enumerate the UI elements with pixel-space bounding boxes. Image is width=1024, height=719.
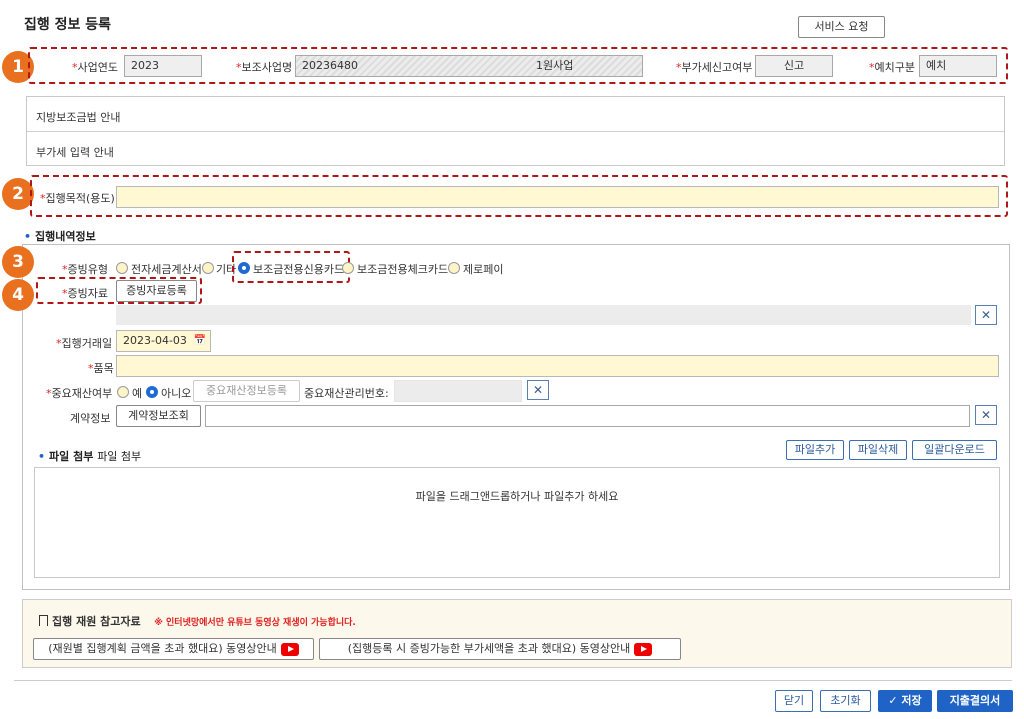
proof-type-label: *증빙유형: [62, 263, 108, 276]
option-asset-no[interactable]: 아니오: [161, 385, 191, 401]
exec-date-value: 2023-04-03: [123, 334, 187, 347]
marker-3: 3: [2, 246, 34, 278]
proof-doc-register-button[interactable]: 증빙자료등록: [116, 280, 197, 302]
guide-panel: 지방보조금법 안내 부가세 입력 안내: [26, 96, 1005, 166]
radio-other[interactable]: [202, 262, 214, 274]
page-title: 집행 정보 등록: [24, 17, 112, 33]
year-label: *사업연도: [72, 61, 118, 74]
expense-resolution-button[interactable]: 지출결의서: [937, 690, 1013, 712]
asset-register-button[interactable]: 중요재산정보등록: [193, 380, 300, 402]
exec-date-label: *집행거래일: [56, 337, 113, 350]
option-asset-yes[interactable]: 예: [132, 385, 142, 401]
proof-doc-label: *증빙자료: [62, 287, 108, 300]
purpose-input[interactable]: [116, 186, 999, 208]
save-button[interactable]: ✓ 저장: [878, 690, 932, 712]
option-zero-pay[interactable]: 제로페이: [463, 261, 503, 277]
proof-doc-clear-button[interactable]: ✕: [975, 305, 997, 325]
bookmark-icon: [39, 615, 48, 626]
radio-asset-no[interactable]: [146, 386, 158, 398]
proof-doc-file-display: [116, 305, 971, 325]
radio-check-card[interactable]: [342, 262, 354, 274]
file-add-button[interactable]: 파일추가: [786, 440, 844, 460]
asset-mgmt-no-label: 중요재산관리번호:: [304, 387, 389, 400]
year-field[interactable]: 2023: [124, 55, 202, 77]
video-guide-button-1[interactable]: (재원별 집행계획 금액을 초과 했대요) 동영상안내: [33, 638, 314, 660]
vat-field[interactable]: 신고: [755, 55, 833, 77]
purpose-label: *집행목적(용도): [40, 192, 115, 205]
deposit-field[interactable]: 예치: [919, 55, 997, 77]
marker-4: 4: [2, 279, 34, 311]
item-input[interactable]: [116, 355, 999, 377]
project-code: 20236480: [302, 59, 358, 72]
contract-label: 계약정보: [70, 412, 111, 425]
reference-panel: 집행 재원 참고자료 ※ 인터넷망에서만 유튜브 동영상 재생이 가능합니다. …: [22, 599, 1012, 668]
file-download-all-button[interactable]: 일괄다운로드: [912, 440, 997, 460]
contract-lookup-button[interactable]: 계약정보조회: [116, 405, 201, 427]
option-credit-card[interactable]: 보조금전용신용카드: [253, 261, 344, 277]
file-drop-zone[interactable]: 파일을 드래그앤드롭하거나 파일추가 하세요: [34, 467, 1000, 578]
contract-field[interactable]: [205, 405, 970, 427]
radio-e-tax-invoice[interactable]: [116, 262, 128, 274]
option-e-tax-invoice[interactable]: 전자세금계산서: [131, 261, 202, 277]
service-request-button[interactable]: 서비스 요청: [798, 16, 885, 38]
close-button[interactable]: 닫기: [775, 690, 813, 712]
radio-zero-pay[interactable]: [448, 262, 460, 274]
drop-zone-text: 파일을 드래그앤드롭하거나 파일추가 하세요: [415, 490, 619, 503]
file-delete-button[interactable]: 파일삭제: [849, 440, 907, 460]
item-label: *품목: [88, 362, 114, 375]
youtube-play-icon: [634, 642, 653, 656]
radio-asset-yes[interactable]: [117, 386, 129, 398]
project-label: *보조사업명: [236, 61, 293, 74]
asset-label: *중요재산여부: [46, 387, 113, 400]
calendar-icon[interactable]: 📅: [194, 331, 206, 351]
vat-label: *부가세신고여부: [676, 61, 753, 74]
video-guide-button-2[interactable]: (집행등록 시 증빙가능한 부가세액을 초과 했대요) 동영상안내: [319, 638, 681, 660]
close-icon: ✕: [980, 408, 992, 422]
project-name: 1원사업: [536, 59, 574, 72]
deposit-label: *예치구분: [869, 61, 915, 74]
youtube-play-icon: [280, 642, 299, 656]
asset-clear-button[interactable]: ✕: [527, 380, 549, 400]
radio-credit-card[interactable]: [238, 262, 250, 274]
option-check-card[interactable]: 보조금전용체크카드: [357, 261, 448, 277]
reset-button[interactable]: 초기화: [820, 690, 871, 712]
close-icon: ✕: [980, 308, 992, 322]
asset-mgmt-no-field: [394, 380, 522, 402]
contract-clear-button[interactable]: ✕: [975, 405, 997, 425]
guide-local-subsidy-law[interactable]: 지방보조금법 안내: [36, 109, 120, 125]
reference-title: 집행 재원 참고자료: [52, 615, 141, 628]
project-name-field: 20236480 1원사업: [295, 55, 643, 77]
guide-vat-input[interactable]: 부가세 입력 안내: [36, 144, 114, 160]
attach-title: • 파일 첨부 파일 첨부: [38, 450, 142, 463]
exec-date-input[interactable]: 2023-04-03 📅: [116, 330, 211, 352]
section-title-execution: • 집행내역정보: [24, 230, 96, 243]
reference-notice: ※ 인터넷망에서만 유튜브 동영상 재생이 가능합니다.: [154, 618, 356, 628]
close-icon: ✕: [532, 383, 544, 397]
